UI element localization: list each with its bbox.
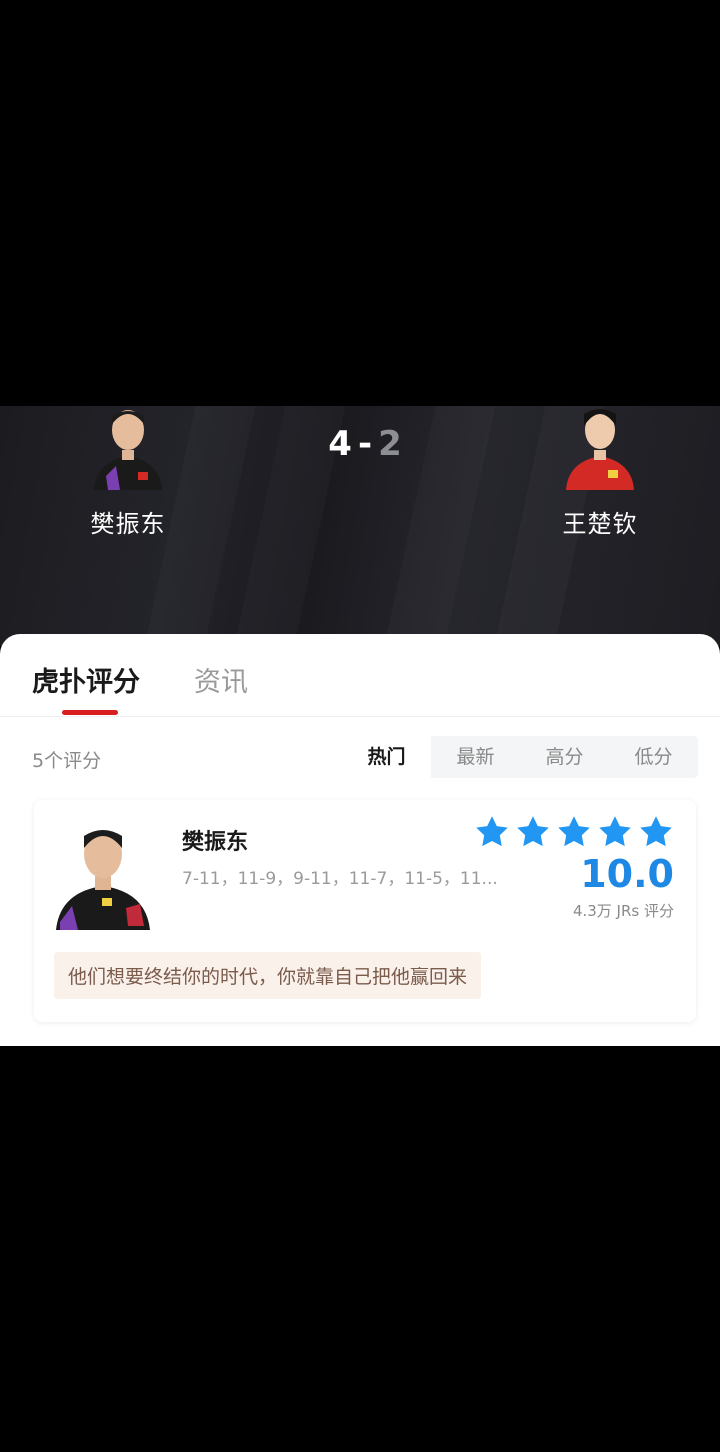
star-icon bbox=[476, 816, 508, 847]
active-tab-indicator bbox=[62, 710, 118, 715]
player-right-avatar bbox=[558, 406, 642, 490]
tab-hupu-rating[interactable]: 虎扑评分 bbox=[32, 660, 140, 699]
player-right[interactable]: 王楚钦 bbox=[520, 406, 680, 539]
sort-low[interactable]: 低分 bbox=[609, 736, 698, 778]
rating-count: 5个评分 bbox=[32, 750, 102, 772]
rating-card[interactable]: 樊振东 7-11，11-9，9-11，11-7，11-5，11... 10.0 … bbox=[34, 800, 696, 1022]
card-player-name: 樊振东 bbox=[182, 830, 249, 855]
score-separator: - bbox=[357, 424, 373, 464]
player-left[interactable]: 樊振东 bbox=[48, 406, 208, 539]
sort-newest[interactable]: 最新 bbox=[431, 736, 520, 778]
rating-panel: 虎扑评分 资讯 5个评分 热门 最新 高分 低分 樊振东 7-11，11-9，9… bbox=[0, 634, 720, 1046]
match-score: 4-2 bbox=[300, 424, 430, 464]
star-rating bbox=[474, 814, 674, 850]
card-player-photo bbox=[56, 822, 150, 930]
card-game-scores: 7-11，11-9，9-11，11-7，11-5，11... bbox=[182, 869, 498, 889]
tab-news[interactable]: 资讯 bbox=[194, 660, 248, 699]
star-icon bbox=[599, 816, 631, 847]
match-screen: 樊振东 4-2 王楚钦 虎扑评分 资讯 5个评分 热门 最新 高分 低分 樊振东… bbox=[0, 406, 720, 1046]
star-icon bbox=[640, 816, 672, 847]
rating-score: 10.0 bbox=[580, 852, 674, 896]
sort-segmented-control: 热门 最新 高分 低分 bbox=[342, 736, 698, 778]
sort-hot[interactable]: 热门 bbox=[342, 736, 431, 778]
rating-votes: 4.3万 JRs 评分 bbox=[572, 902, 674, 920]
score-right: 2 bbox=[378, 424, 402, 464]
player-left-avatar bbox=[86, 406, 170, 490]
top-comment[interactable]: 他们想要终结你的时代，你就靠自己把他赢回来 bbox=[54, 952, 482, 999]
tab-bar: 虎扑评分 资讯 bbox=[0, 634, 720, 717]
score-left: 4 bbox=[328, 424, 352, 464]
star-icon bbox=[517, 816, 549, 847]
star-icon bbox=[558, 816, 590, 847]
player-right-name: 王楚钦 bbox=[562, 510, 638, 538]
sort-high[interactable]: 高分 bbox=[520, 736, 609, 778]
match-header: 樊振东 4-2 王楚钦 bbox=[0, 406, 720, 646]
player-left-name: 樊振东 bbox=[90, 510, 166, 538]
